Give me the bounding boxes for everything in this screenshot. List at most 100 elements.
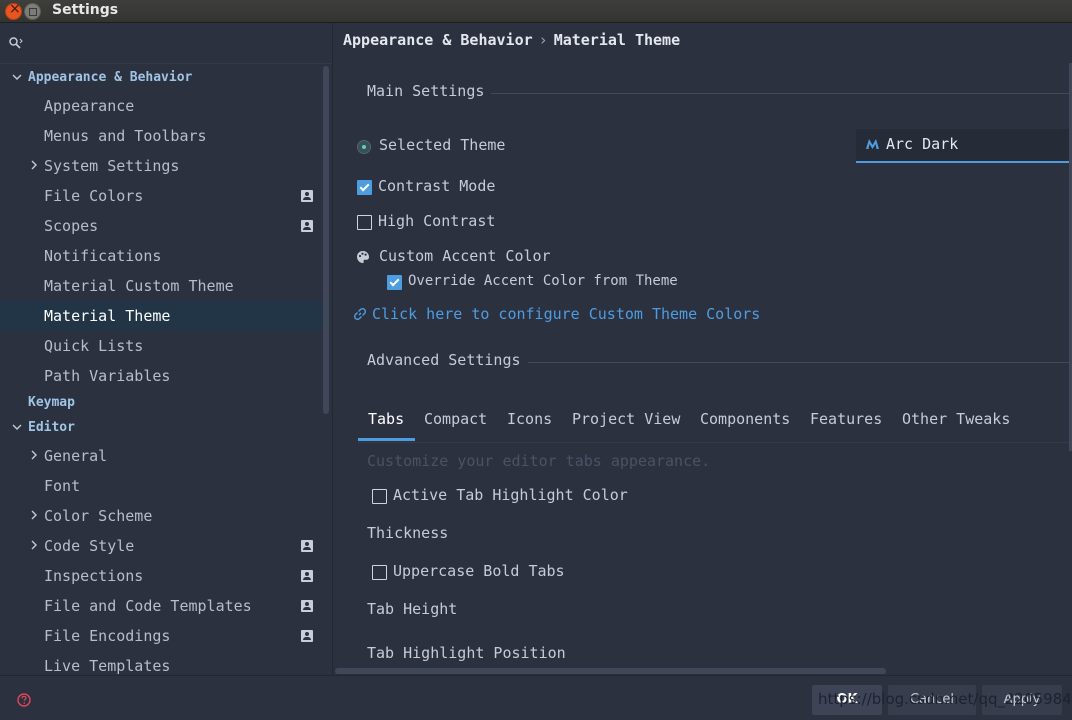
project-settings-icon — [301, 600, 313, 612]
window-title: Settings — [52, 2, 119, 18]
active-tab-highlight-label: Active Tab Highlight Color — [393, 486, 628, 504]
tab-compact[interactable]: Compact — [424, 410, 487, 428]
sidebar-item-font[interactable]: Font — [0, 471, 330, 501]
advanced-settings-title: Advanced Settings — [367, 351, 521, 369]
custom-accent-label: Custom Accent Color — [379, 247, 551, 265]
sidebar-item-label: Color Scheme — [44, 507, 153, 525]
sidebar-item-label: Keymap — [28, 395, 75, 410]
project-settings-icon — [301, 220, 313, 232]
sidebar-item-notifications[interactable]: Notifications — [0, 241, 330, 271]
sidebar-item-file-encodings[interactable]: File Encodings — [0, 621, 330, 651]
sidebar-item-file-code-templates[interactable]: File and Code Templates — [0, 591, 330, 621]
content-horizontal-scrollbar[interactable] — [335, 668, 886, 674]
link-icon — [353, 307, 367, 321]
tab-tabs[interactable]: Tabs — [368, 410, 404, 428]
main-settings-title: Main Settings — [367, 82, 485, 100]
search-icon — [9, 37, 23, 49]
tab-highlight-position-label: Tab Highlight Position — [367, 644, 566, 662]
breadcrumb-separator: › — [538, 31, 548, 49]
sidebar-item-label: Font — [44, 477, 81, 495]
settings-sidebar: Appearance & Behavior Appearance Menus a… — [0, 23, 332, 675]
sidebar-item-label: Path Variables — [44, 367, 171, 385]
sidebar-item-code-style[interactable]: Code Style — [0, 531, 330, 561]
contrast-mode-checkbox[interactable] — [357, 180, 372, 195]
chevron-right-icon[interactable] — [29, 510, 39, 520]
tab-height-label: Tab Height — [367, 600, 458, 618]
breadcrumb-parent[interactable]: Appearance & Behavior — [343, 31, 533, 49]
selected-theme-label: Selected Theme — [379, 136, 506, 154]
sidebar-item-file-colors[interactable]: File Colors — [0, 181, 330, 211]
configure-theme-colors-link[interactable]: Click here to configure Custom Theme Col… — [372, 305, 760, 323]
contrast-mode-label: Contrast Mode — [378, 177, 496, 195]
sidebar-item-label: Notifications — [44, 247, 162, 265]
breadcrumb-current: Material Theme — [553, 31, 681, 49]
sidebar-item-appearance-behavior[interactable]: Appearance & Behavior — [0, 65, 330, 90]
chevron-right-icon[interactable] — [29, 540, 39, 550]
sidebar-item-inspections[interactable]: Inspections — [0, 561, 330, 591]
title-bar: Settings — [0, 0, 1072, 23]
sidebar-item-material-custom-theme[interactable]: Material Custom Theme — [0, 271, 330, 301]
sidebar-item-scopes[interactable]: Scopes — [0, 211, 330, 241]
help-icon[interactable] — [17, 693, 31, 707]
chevron-down-icon[interactable] — [12, 422, 22, 432]
sidebar-item-label: File Encodings — [44, 627, 171, 645]
chevron-right-icon[interactable] — [29, 450, 39, 460]
sidebar-item-path-variables[interactable]: Path Variables — [0, 361, 330, 391]
sidebar-item-keymap[interactable]: Keymap — [0, 390, 330, 415]
chevron-down-icon[interactable] — [12, 72, 22, 82]
tab-project-view[interactable]: Project View — [572, 410, 680, 428]
sidebar-item-label: General — [44, 447, 108, 465]
override-accent-checkbox[interactable] — [387, 275, 402, 290]
breadcrumb: Appearance & Behavior › Material Theme — [343, 31, 680, 49]
theme-select[interactable]: Arc Dark — [856, 129, 1072, 163]
section-divider — [491, 93, 1072, 94]
sidebar-item-label: Material Theme — [44, 307, 171, 325]
sidebar-item-menus-toolbars[interactable]: Menus and Toolbars — [0, 121, 330, 151]
sidebar-item-label: Menus and Toolbars — [44, 127, 207, 145]
tab-features[interactable]: Features — [810, 410, 882, 428]
active-tab-indicator — [358, 438, 415, 441]
project-settings-icon — [301, 540, 313, 552]
tab-other-tweaks[interactable]: Other Tweaks — [902, 410, 1010, 428]
project-settings-icon — [301, 190, 313, 202]
sidebar-item-editor[interactable]: Editor — [0, 415, 330, 440]
sidebar-item-label: File and Code Templates — [44, 597, 252, 615]
project-settings-icon — [301, 630, 313, 642]
material-logo-icon — [866, 139, 879, 149]
settings-content: Appearance & Behavior › Material Theme Mai… — [333, 23, 1072, 675]
sidebar-item-label: Material Custom Theme — [44, 277, 234, 295]
high-contrast-checkbox[interactable] — [357, 215, 372, 230]
sidebar-item-color-scheme[interactable]: Color Scheme — [0, 501, 330, 531]
high-contrast-label: High Contrast — [378, 212, 496, 230]
uppercase-bold-label: Uppercase Bold Tabs — [393, 562, 565, 580]
close-window-button[interactable] — [5, 1, 22, 20]
palette-icon — [357, 251, 369, 263]
advanced-tabs: Tabs Compact Icons Project View Componen… — [358, 404, 1072, 443]
section-divider — [528, 362, 1072, 363]
tab-icons[interactable]: Icons — [507, 410, 552, 428]
sidebar-item-label: System Settings — [44, 157, 180, 175]
sidebar-item-label: Code Style — [44, 537, 135, 555]
settings-search[interactable] — [0, 23, 332, 64]
chevron-right-icon[interactable] — [29, 160, 39, 170]
thickness-label: Thickness — [367, 524, 449, 542]
active-tab-highlight-checkbox[interactable] — [372, 489, 387, 504]
sidebar-item-general[interactable]: General — [0, 441, 330, 471]
sidebar-item-label: Quick Lists — [44, 337, 144, 355]
maximize-window-button[interactable] — [24, 3, 41, 20]
sidebar-item-appearance[interactable]: Appearance — [0, 91, 330, 121]
uppercase-bold-checkbox[interactable] — [372, 565, 387, 580]
sidebar-item-label: Inspections — [44, 567, 144, 585]
theme-select-value: Arc Dark — [886, 135, 959, 153]
tab-components[interactable]: Components — [700, 410, 790, 428]
sidebar-item-material-theme[interactable]: Material Theme — [0, 301, 330, 331]
project-settings-icon — [301, 570, 313, 582]
sidebar-item-label: Appearance & Behavior — [28, 70, 193, 85]
watermark-text: https://blog.csdn.net/qq_22059843 — [818, 690, 1072, 708]
sidebar-item-label: Appearance — [44, 97, 135, 115]
sidebar-item-system-settings[interactable]: System Settings — [0, 151, 330, 181]
theme-radio[interactable] — [357, 140, 371, 154]
sidebar-item-quick-lists[interactable]: Quick Lists — [0, 331, 330, 361]
sidebar-item-label: Scopes — [44, 217, 99, 235]
sidebar-scrollbar[interactable] — [323, 66, 329, 414]
